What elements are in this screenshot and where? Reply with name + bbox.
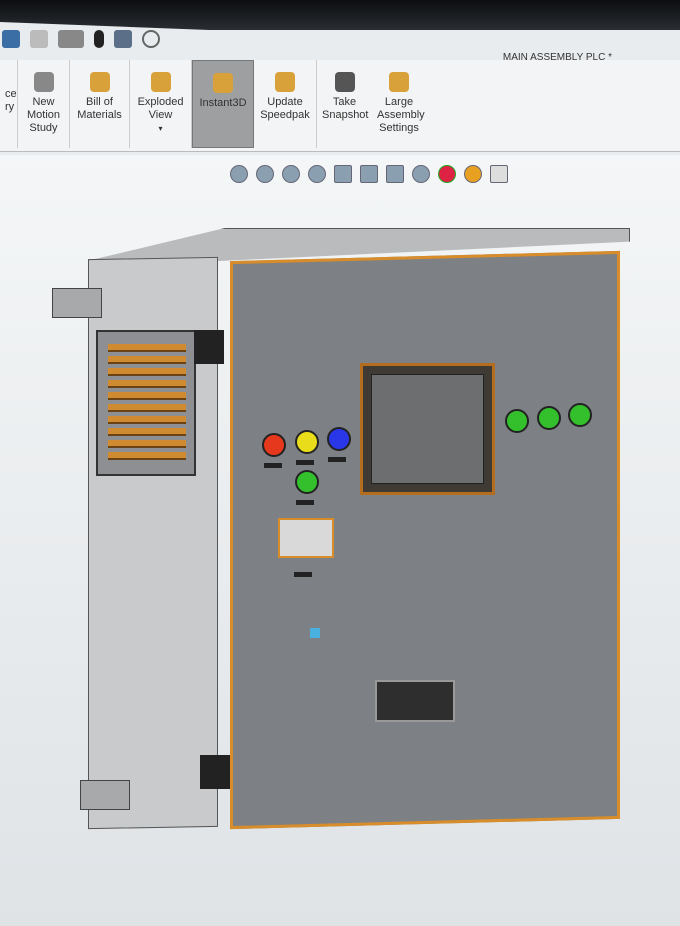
- undo-icon[interactable]: [30, 30, 48, 48]
- take-snapshot-button[interactable]: Take Snapshot: [316, 60, 372, 148]
- mounting-bracket: [52, 288, 102, 318]
- speedpak-icon: [275, 72, 295, 92]
- ribbon-label: Take Snapshot: [322, 96, 369, 121]
- green-pushbutton: [505, 409, 529, 433]
- green-pushbutton: [537, 406, 561, 430]
- hide-show-icon[interactable]: [412, 165, 430, 183]
- new-motion-study-button[interactable]: New Motion Study: [18, 60, 70, 148]
- circuit-breaker: [278, 518, 334, 558]
- ribbon-label: ce ry: [5, 88, 17, 113]
- update-speedpak-button[interactable]: Update Speedpak: [254, 60, 316, 148]
- select-icon[interactable]: [58, 30, 84, 48]
- bill-of-materials-button[interactable]: Bill of Materials: [70, 60, 130, 148]
- yellow-pilot-light: [295, 430, 319, 454]
- vent-louver: [96, 330, 196, 476]
- legend-plate: [294, 572, 312, 577]
- legend-plate: [264, 463, 282, 468]
- blue-pilot-light: [327, 427, 351, 451]
- ribbon-label: Exploded View: [137, 96, 184, 121]
- bom-icon: [89, 72, 110, 92]
- large-assembly-settings-button[interactable]: Large Assembly Settings: [372, 60, 426, 148]
- exploded-view-icon: [150, 72, 171, 92]
- display-style-icon[interactable]: [386, 165, 404, 183]
- motion-study-icon: [33, 72, 54, 92]
- heads-up-view-toolbar: [230, 165, 508, 183]
- print-icon[interactable]: [2, 30, 20, 48]
- quick-access-toolbar: [0, 24, 680, 54]
- zoom-to-fit-icon[interactable]: [230, 165, 248, 183]
- ribbon-label: New Motion Study: [26, 96, 61, 134]
- ribbon-item-cut[interactable]: ce ry: [0, 60, 18, 148]
- appearance-icon[interactable]: [438, 165, 456, 183]
- red-pilot-light: [262, 433, 286, 457]
- legend-plate: [296, 460, 314, 465]
- rebuild-icon[interactable]: [94, 30, 104, 48]
- hmi-screen: [360, 363, 495, 495]
- zoom-area-icon[interactable]: [256, 165, 274, 183]
- camera-icon: [334, 72, 355, 92]
- instant3d-button[interactable]: Instant3D: [192, 60, 254, 148]
- options-icon[interactable]: [142, 30, 160, 48]
- view-settings-icon[interactable]: [490, 165, 508, 183]
- mounting-bracket: [80, 780, 130, 810]
- scene-icon[interactable]: [464, 165, 482, 183]
- ribbon-label: Large Assembly Settings: [377, 96, 425, 134]
- previous-view-icon[interactable]: [282, 165, 300, 183]
- legend-plate: [328, 457, 346, 462]
- door-hinge: [200, 755, 230, 789]
- instant3d-icon: [213, 73, 233, 93]
- section-view-icon[interactable]: [308, 165, 326, 183]
- door-hinge: [194, 330, 224, 364]
- view-orientation-icon[interactable]: [360, 165, 378, 183]
- origin-marker: [310, 628, 320, 638]
- legend-plate: [296, 500, 314, 505]
- ribbon-label: Instant3D: [199, 97, 247, 109]
- exploded-view-button[interactable]: Exploded View ▾: [130, 60, 192, 148]
- command-manager-ribbon: ce ry New Motion Study Bill of Materials…: [0, 60, 680, 152]
- nameplate: [375, 680, 455, 722]
- file-properties-icon[interactable]: [114, 30, 132, 48]
- ribbon-label: Bill of Materials: [77, 96, 122, 121]
- ribbon-label: Update Speedpak: [260, 96, 310, 121]
- dynamic-annotation-icon[interactable]: [334, 165, 352, 183]
- green-pushbutton: [568, 403, 592, 427]
- green-pilot-light: [295, 470, 319, 494]
- large-assembly-icon: [389, 72, 409, 92]
